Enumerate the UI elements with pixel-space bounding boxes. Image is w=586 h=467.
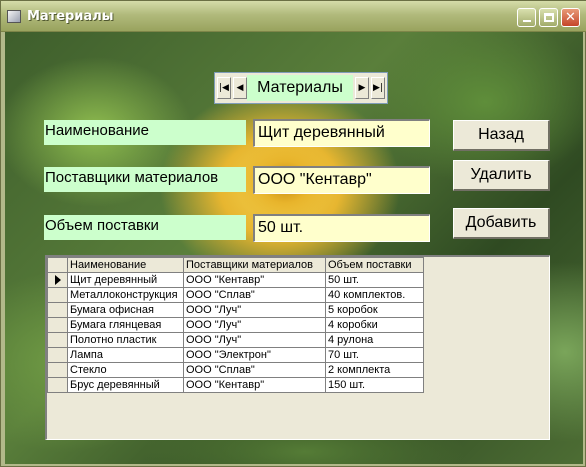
name-label: Наименование	[44, 120, 246, 145]
last-record-button[interactable]: ▶|	[371, 77, 385, 99]
add-button[interactable]: Добавить	[453, 208, 550, 239]
first-record-button[interactable]: |◀	[217, 77, 231, 99]
grid-table: Наименование Поставщики материалов Объем…	[47, 257, 424, 393]
row-selector[interactable]	[47, 347, 68, 363]
cell-supplier[interactable]: ООО "Луч"	[183, 302, 326, 318]
navigator-caption: Материалы	[247, 75, 353, 101]
cell-name[interactable]: Бумага офисная	[67, 302, 184, 318]
table-row[interactable]: Стекло ООО "Сплав" 2 комплекта	[47, 362, 424, 378]
cell-volume[interactable]: 70 шт.	[325, 347, 424, 363]
column-header-name[interactable]: Наименование	[67, 257, 184, 273]
row-selector[interactable]	[47, 332, 68, 348]
name-field[interactable]: Щит деревянный	[253, 119, 430, 147]
cell-supplier[interactable]: ООО "Кентавр"	[183, 272, 326, 288]
back-button[interactable]: Назад	[453, 120, 550, 151]
cell-volume[interactable]: 40 комплектов.	[325, 287, 424, 303]
minimize-icon	[522, 20, 531, 22]
table-row[interactable]: Бумага офисная ООО "Луч" 5 коробок	[47, 302, 424, 318]
close-icon: ✕	[565, 10, 576, 25]
row-selector[interactable]	[47, 302, 68, 318]
supplier-label: Поставщики материалов	[44, 167, 246, 192]
title-bar[interactable]: Материалы ✕	[1, 1, 586, 32]
table-row[interactable]: Металлоконструкция ООО "Сплав" 40 комплект…	[47, 287, 424, 303]
first-record-icon: |◀	[219, 83, 229, 93]
cell-supplier[interactable]: ООО "Электрон"	[183, 347, 326, 363]
cell-volume[interactable]: 5 коробок	[325, 302, 424, 318]
prev-record-icon: ◀	[236, 83, 244, 93]
table-row[interactable]: Лампа ООО "Электрон" 70 шт.	[47, 347, 424, 363]
column-header-volume[interactable]: Объем поставки	[325, 257, 424, 273]
prev-record-button[interactable]: ◀	[233, 77, 247, 99]
minimize-button[interactable]	[517, 8, 536, 27]
table-row[interactable]: Полотно пластик ООО "Луч" 4 рулона	[47, 332, 424, 348]
maximize-button[interactable]	[539, 8, 558, 27]
cell-name[interactable]: Лампа	[67, 347, 184, 363]
row-selector[interactable]	[47, 272, 68, 288]
cell-name[interactable]: Брус деревянный	[67, 377, 184, 393]
column-header-supplier[interactable]: Поставщики материалов	[183, 257, 326, 273]
close-button[interactable]: ✕	[561, 8, 580, 27]
maximize-icon	[543, 13, 554, 22]
next-record-button[interactable]: ▶	[355, 77, 369, 99]
cell-name[interactable]: Щит деревянный	[67, 272, 184, 288]
cell-supplier[interactable]: ООО "Сплав"	[183, 362, 326, 378]
table-row[interactable]: Брус деревянный ООО "Кентавр" 150 шт.	[47, 377, 424, 393]
row-selector[interactable]	[47, 287, 68, 303]
grid-header-row: Наименование Поставщики материалов Объем…	[47, 257, 424, 273]
current-row-arrow-icon	[54, 274, 61, 285]
table-row[interactable]: Бумага глянцевая ООО "Луч" 4 коробки	[47, 317, 424, 333]
window-title: Материалы	[27, 9, 114, 24]
cell-supplier[interactable]: ООО "Луч"	[183, 332, 326, 348]
cell-supplier[interactable]: ООО "Луч"	[183, 317, 326, 333]
app-icon	[7, 10, 21, 23]
next-record-icon: ▶	[358, 83, 366, 93]
row-selector[interactable]	[47, 317, 68, 333]
window: Материалы ✕ |◀ ◀ Материалы ▶ ▶| Наименов…	[0, 0, 586, 467]
cell-volume[interactable]: 50 шт.	[325, 272, 424, 288]
cell-name[interactable]: Полотно пластик	[67, 332, 184, 348]
cell-volume[interactable]: 4 рулона	[325, 332, 424, 348]
cell-supplier[interactable]: ООО "Кентавр"	[183, 377, 326, 393]
cell-name[interactable]: Бумага глянцевая	[67, 317, 184, 333]
form-client-area: |◀ ◀ Материалы ▶ ▶| Наименование Щит дер…	[5, 32, 583, 464]
row-selector[interactable]	[47, 362, 68, 378]
cell-name[interactable]: Металлоконструкция	[67, 287, 184, 303]
cell-supplier[interactable]: ООО "Сплав"	[183, 287, 326, 303]
volume-label: Объем поставки	[44, 215, 246, 240]
delete-button[interactable]: Удалить	[453, 160, 550, 191]
data-navigator: |◀ ◀ Материалы ▶ ▶|	[214, 72, 388, 104]
cell-volume[interactable]: 4 коробки	[325, 317, 424, 333]
cell-volume[interactable]: 150 шт.	[325, 377, 424, 393]
cell-volume[interactable]: 2 комплекта	[325, 362, 424, 378]
data-grid[interactable]: Наименование Поставщики материалов Объем…	[45, 255, 550, 440]
last-record-icon: ▶|	[373, 83, 383, 93]
row-selector[interactable]	[47, 377, 68, 393]
volume-field[interactable]: 50 шт.	[253, 214, 430, 242]
row-selector-header	[47, 257, 68, 273]
cell-name[interactable]: Стекло	[67, 362, 184, 378]
supplier-field[interactable]: ООО "Кентавр"	[253, 166, 430, 194]
table-row[interactable]: Щит деревянный ООО "Кентавр" 50 шт.	[47, 272, 424, 288]
